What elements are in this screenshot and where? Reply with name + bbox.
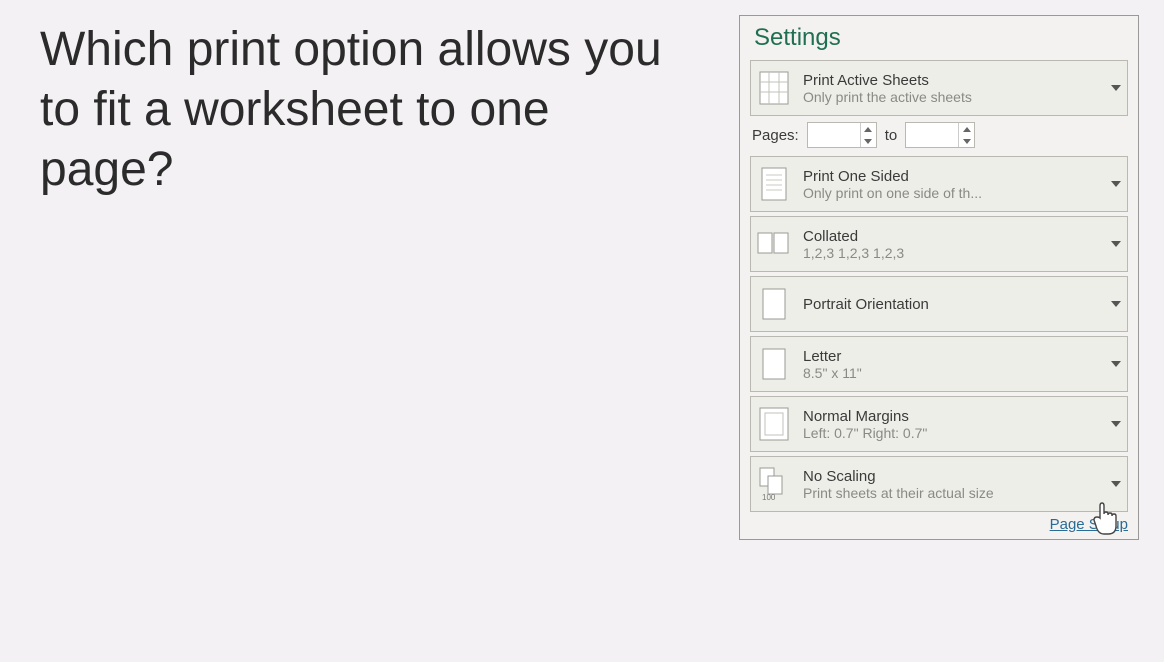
pages-to-spinner[interactable] [905, 122, 975, 148]
print-what-dropdown[interactable]: Print Active Sheets Only print the activ… [750, 60, 1128, 116]
scaling-sub: Print sheets at their actual size [803, 485, 1105, 501]
chevron-down-icon [1111, 481, 1121, 487]
sides-label: Print One Sided [803, 168, 1105, 185]
settings-heading: Settings [754, 24, 1128, 52]
sides-sub: Only print on one side of th... [803, 185, 1105, 201]
margins-dropdown[interactable]: Normal Margins Left: 0.7" Right: 0.7" [750, 396, 1128, 452]
scaling-dropdown[interactable]: 100 No Scaling Print sheets at their act… [750, 456, 1128, 512]
orientation-label: Portrait Orientation [803, 296, 1105, 313]
chevron-down-icon [1111, 85, 1121, 91]
chevron-down-icon [1111, 241, 1121, 247]
portrait-icon [757, 284, 791, 324]
svg-text:100: 100 [762, 493, 776, 502]
pages-from-spinner[interactable] [807, 122, 877, 148]
spinner-down-icon[interactable] [861, 135, 876, 147]
chevron-down-icon [1111, 181, 1121, 187]
spinner-up-icon[interactable] [861, 123, 876, 135]
scaling-label: No Scaling [803, 468, 1105, 485]
collate-dropdown[interactable]: Collated 1,2,3 1,2,3 1,2,3 [750, 216, 1128, 272]
pages-row: Pages: to [752, 122, 1126, 148]
margins-sub: Left: 0.7" Right: 0.7" [803, 425, 1105, 441]
page-setup-link[interactable]: Page Setup [1050, 516, 1128, 533]
paper-size-dropdown[interactable]: Letter 8.5" x 11" [750, 336, 1128, 392]
margins-icon [757, 404, 791, 444]
sheets-icon [757, 68, 791, 108]
collate-label: Collated [803, 228, 1105, 245]
margins-label: Normal Margins [803, 408, 1105, 425]
collate-sub: 1,2,3 1,2,3 1,2,3 [803, 245, 1105, 261]
orientation-dropdown[interactable]: Portrait Orientation [750, 276, 1128, 332]
scaling-icon: 100 [757, 464, 791, 504]
chevron-down-icon [1111, 361, 1121, 367]
pages-label: Pages: [752, 127, 799, 144]
paper-size-sub: 8.5" x 11" [803, 365, 1105, 381]
collate-icon [757, 224, 791, 264]
spinner-down-icon[interactable] [959, 135, 974, 147]
pages-to-label: to [885, 127, 898, 144]
settings-panel: Settings Print Active Sheets Only print … [739, 15, 1139, 540]
page-icon [757, 164, 791, 204]
question-text: Which print option allows you to fit a w… [40, 20, 680, 200]
chevron-down-icon [1111, 301, 1121, 307]
print-what-sub: Only print the active sheets [803, 89, 1105, 105]
chevron-down-icon [1111, 421, 1121, 427]
spinner-up-icon[interactable] [959, 123, 974, 135]
print-what-label: Print Active Sheets [803, 72, 1105, 89]
sides-dropdown[interactable]: Print One Sided Only print on one side o… [750, 156, 1128, 212]
paper-size-label: Letter [803, 348, 1105, 365]
paper-icon [757, 344, 791, 384]
